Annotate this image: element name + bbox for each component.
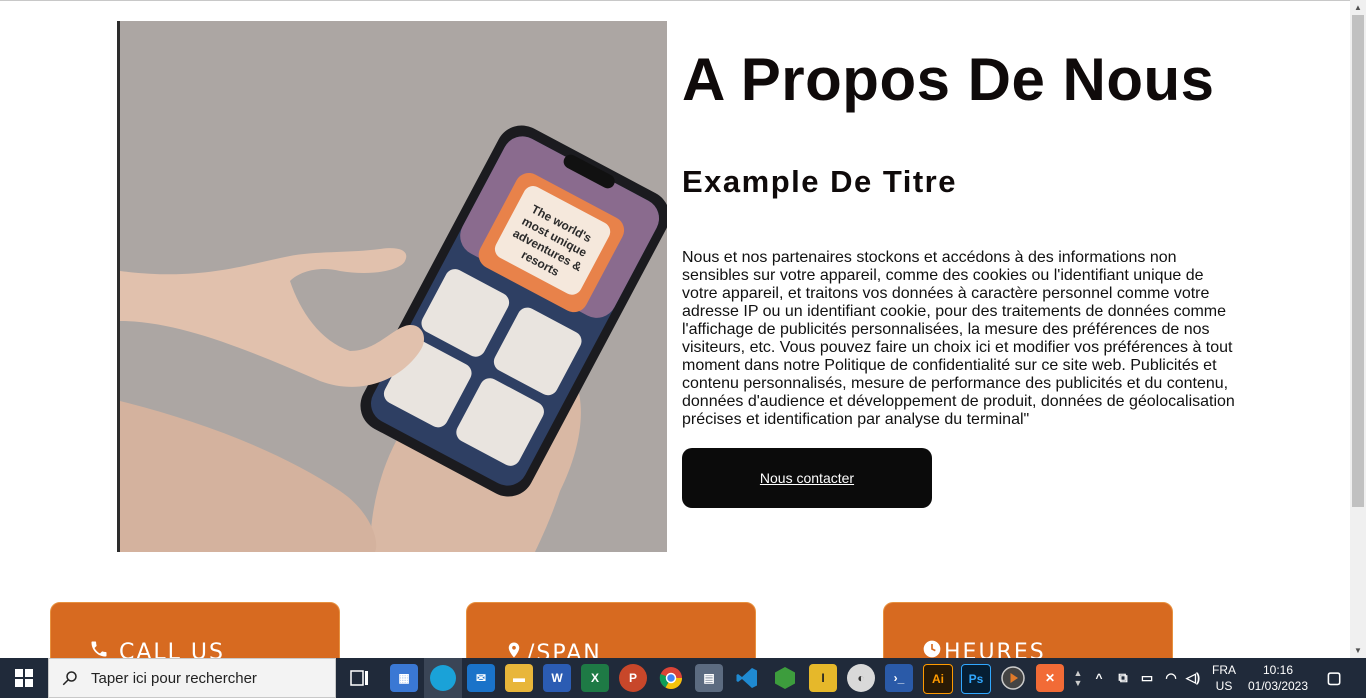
card-label: HEURES (944, 639, 1046, 659)
search-input[interactable] (89, 668, 323, 688)
photoshop-icon[interactable]: Ps (961, 664, 991, 694)
clock-icon (922, 639, 942, 658)
windows-logo-icon (15, 669, 33, 687)
contact-button[interactable]: Nous contacter (682, 448, 932, 508)
location-pin-icon (505, 639, 523, 658)
start-button[interactable] (0, 658, 48, 698)
card-label: /SPAN (527, 640, 602, 659)
scroll-thumb[interactable] (1352, 15, 1364, 507)
edge-icon[interactable] (424, 658, 462, 698)
phone-icon (89, 639, 109, 658)
notification-icon[interactable]: ▢ (1320, 664, 1348, 692)
taskbar-search[interactable] (48, 658, 336, 698)
vscode-icon[interactable] (733, 664, 761, 692)
windows-taskbar: ▦ ✉ ▬ W X P ▤ I ◐ ›_ Ai Ps ✕ ▲▼ ^ ⧉ ▭ ◠ … (0, 658, 1366, 698)
chrome-icon[interactable] (657, 664, 685, 692)
display-icon[interactable]: ⧉ (1113, 664, 1133, 692)
taskbar-overflow-scroll-icon[interactable]: ▲ ▼ (1071, 664, 1085, 692)
node-icon[interactable] (771, 664, 799, 692)
time-label: 10:16 (1262, 663, 1294, 677)
powerpoint-icon[interactable]: P (619, 664, 647, 692)
mail-icon[interactable]: ✉ (467, 664, 495, 692)
xampp-icon[interactable]: ✕ (1036, 664, 1064, 692)
language-label: FRA (1212, 663, 1236, 677)
file-explorer-icon[interactable]: ▬ (505, 664, 533, 692)
media-player-icon[interactable] (999, 664, 1027, 692)
network-app-icon[interactable]: ▤ (695, 664, 723, 692)
powershell-icon[interactable]: ›_ (885, 664, 913, 692)
search-icon (61, 669, 79, 687)
section-subtitle: Example De Titre (682, 164, 957, 199)
date-label: 01/03/2023 (1247, 679, 1309, 693)
paint-icon[interactable]: ◐ (847, 664, 875, 692)
keyboard-layout-label: US (1215, 679, 1233, 693)
clock[interactable]: 10:16 01/03/2023 (1244, 662, 1312, 694)
about-image: The world's most unique adventures & res… (117, 21, 667, 552)
page-title: A Propos De Nous (682, 46, 1215, 113)
wifi-icon[interactable]: ◠ (1161, 664, 1181, 692)
microsoft-store-icon[interactable]: ▦ (390, 664, 418, 692)
vertical-scrollbar[interactable]: ▲ ▼ (1350, 0, 1366, 658)
hours-card: HEURES (883, 602, 1173, 658)
scroll-down-arrow-icon[interactable]: ▼ (1350, 643, 1366, 658)
volume-icon[interactable]: ◁) (1183, 664, 1203, 692)
illustrator-icon[interactable]: Ai (923, 664, 953, 694)
location-card: /SPAN (466, 602, 756, 658)
task-view-icon[interactable] (346, 664, 374, 692)
about-paragraph: Nous et nos partenaires stockons et accé… (682, 249, 1235, 428)
chevron-up-icon[interactable]: ^ (1090, 664, 1108, 692)
app-icon[interactable]: I (809, 664, 837, 692)
excel-icon[interactable]: X (581, 664, 609, 692)
web-page: The world's most unique adventures & res… (0, 0, 1350, 658)
language-indicator[interactable]: FRA US (1208, 662, 1240, 694)
card-label: CALL US (119, 639, 225, 659)
call-us-card: CALL US (50, 602, 340, 658)
scroll-up-arrow-icon[interactable]: ▲ (1350, 0, 1366, 15)
word-icon[interactable]: W (543, 664, 571, 692)
battery-icon[interactable]: ▭ (1137, 664, 1157, 692)
